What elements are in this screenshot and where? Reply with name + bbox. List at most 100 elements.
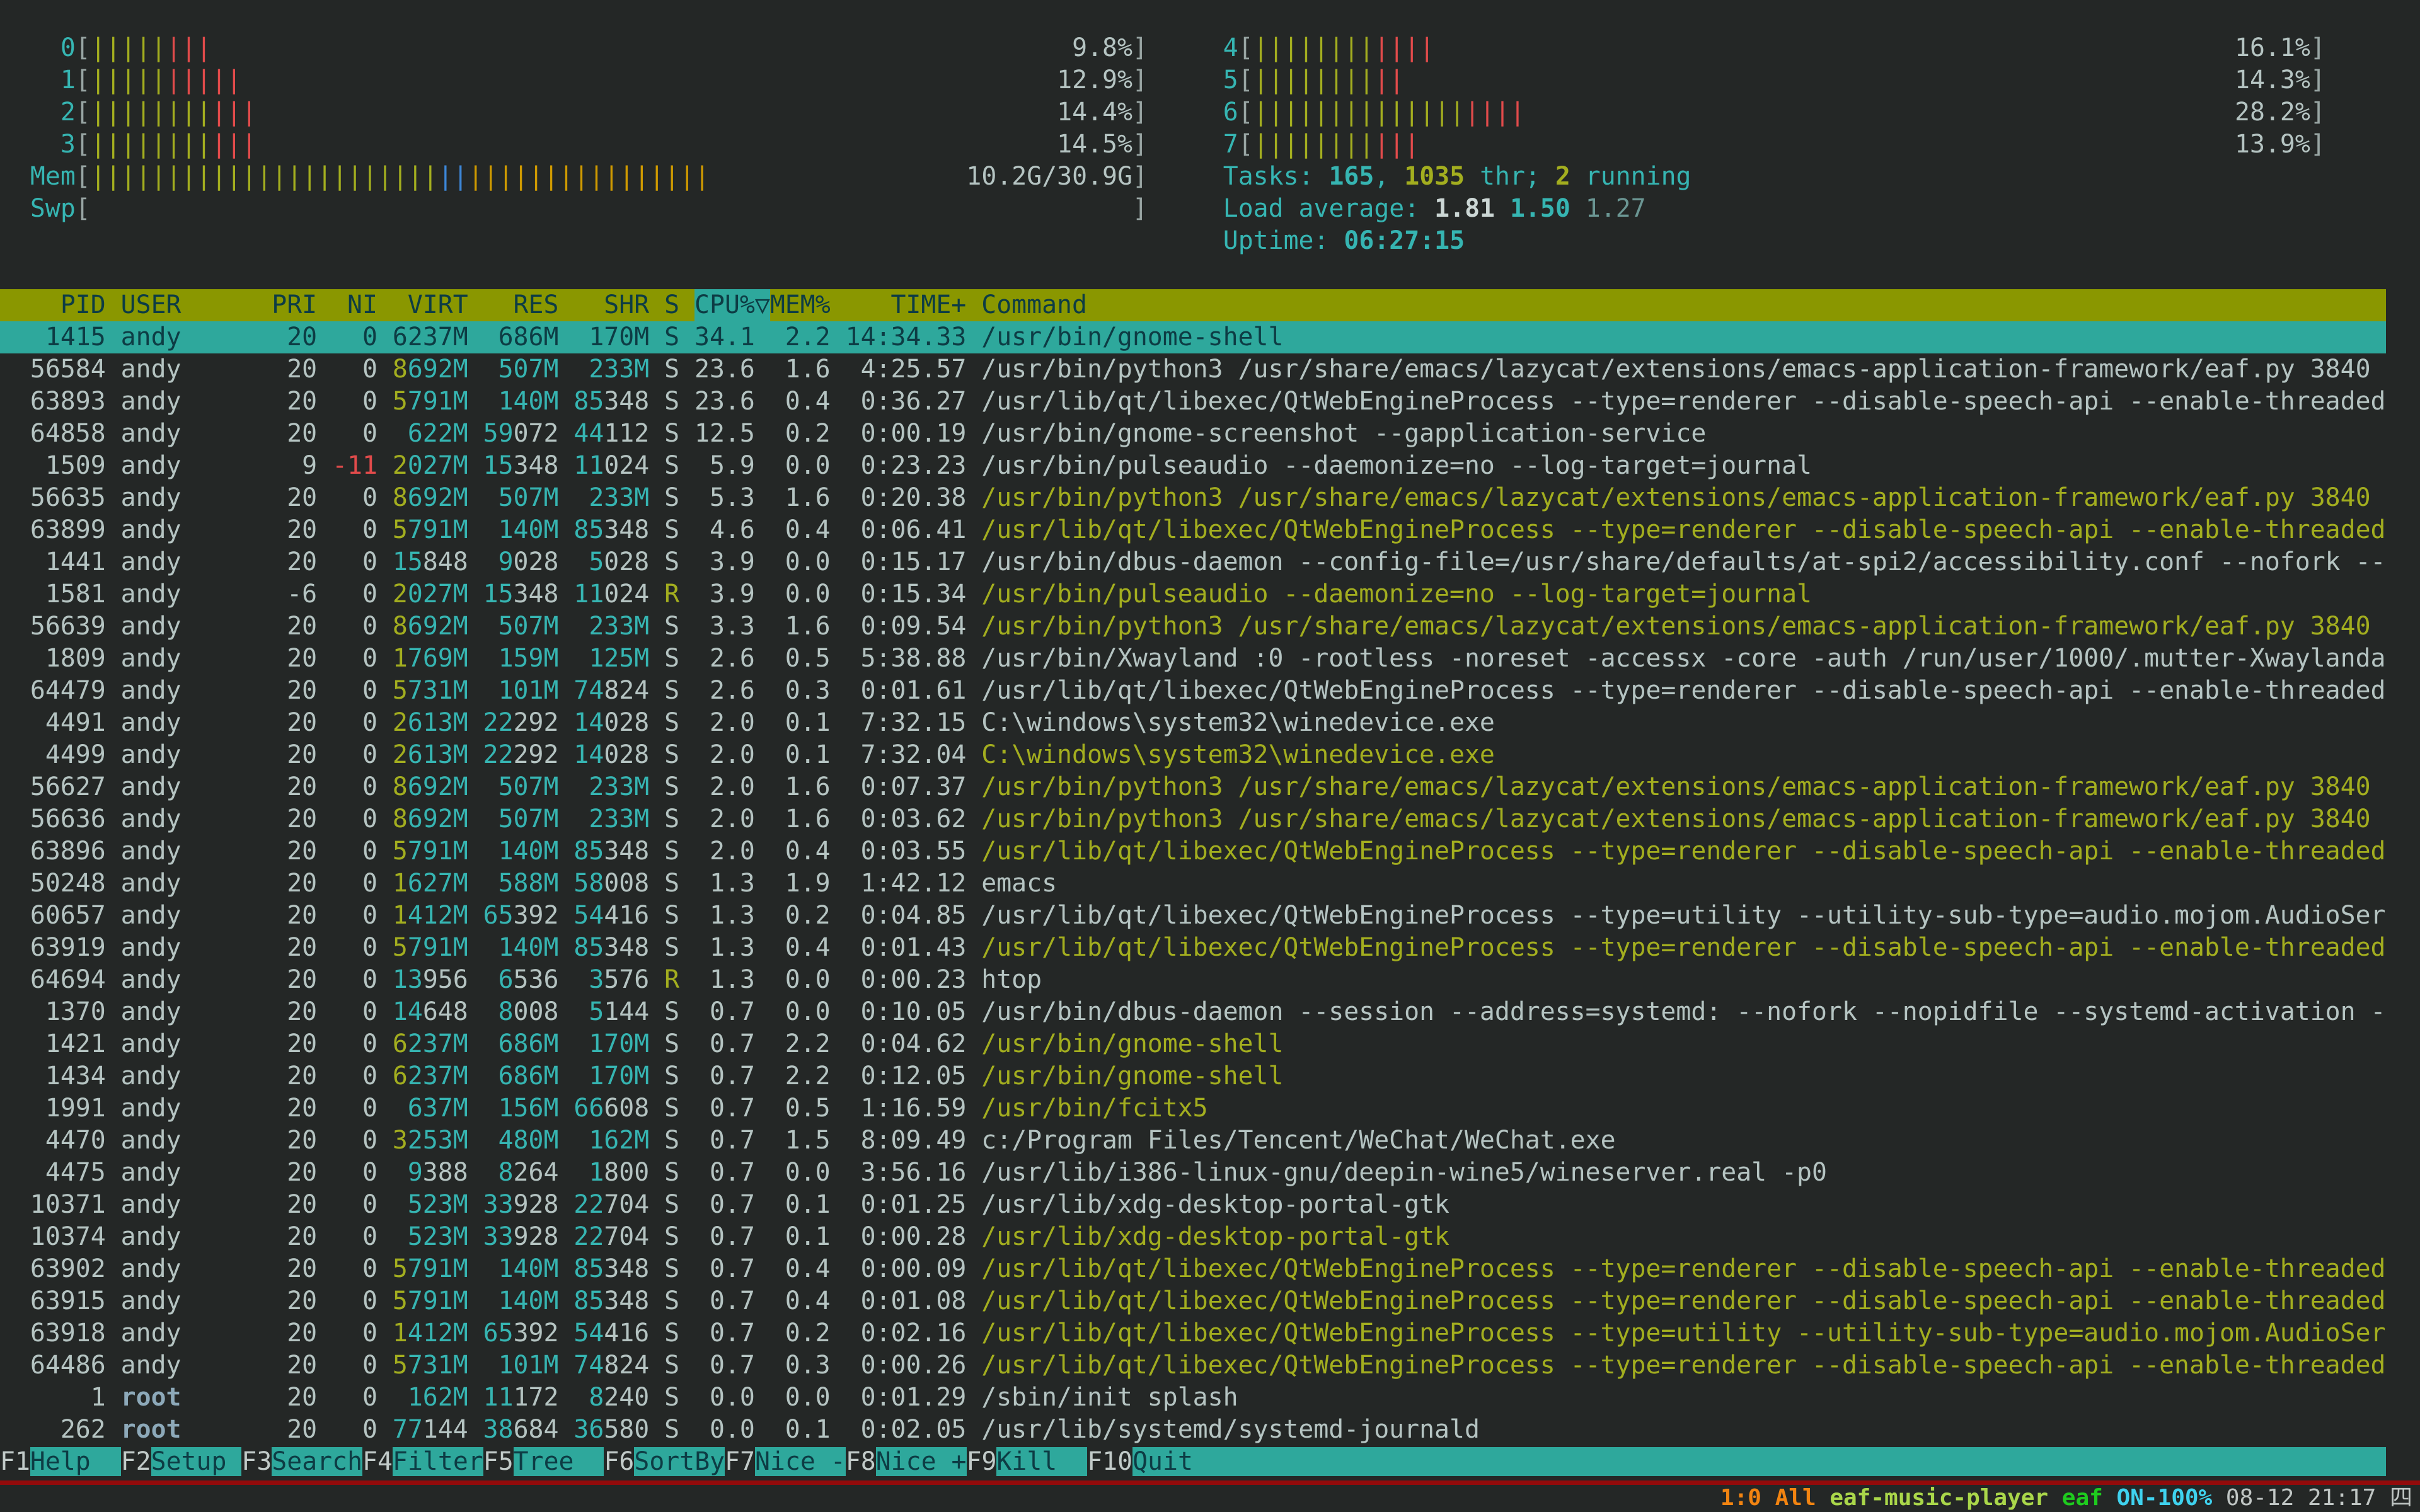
process-row[interactable]: 63919 andy 20 0 5791M 140M 85348 S 1.3 0… xyxy=(0,932,2386,964)
process-row[interactable]: 1370 andy 20 0 14648 8008 5144 S 0.7 0.0… xyxy=(0,996,2386,1028)
cell-virt: 5791M xyxy=(393,932,468,964)
fkey-f6[interactable]: F6SortBy xyxy=(604,1447,725,1476)
process-row[interactable]: 1509 andy 9 -11 2027M 15348 11024 S 5.9 … xyxy=(0,450,2386,482)
process-row[interactable]: 4475 andy 20 0 9388 8264 1800 S 0.7 0.0 … xyxy=(0,1157,2386,1189)
cell-res: 15348 xyxy=(483,578,559,610)
process-row[interactable]: 63915 andy 20 0 5791M 140M 85348 S 0.7 0… xyxy=(0,1285,2386,1317)
fkey-f7[interactable]: F7Nice - xyxy=(725,1447,846,1476)
column-header-mem[interactable]: MEM% xyxy=(770,289,831,321)
cell-res: 507M xyxy=(483,803,559,835)
column-header-virt[interactable]: VIRT xyxy=(393,289,468,321)
process-row[interactable]: 56627 andy 20 0 8692M 507M 233M S 2.0 1.… xyxy=(0,771,2386,803)
fkey-f10[interactable]: F10Quit xyxy=(1087,1447,1223,1476)
header-line: Swp[0K/0K]Load average: 1.81 1.50 1.27 xyxy=(0,193,2420,225)
mem-mb-digits: 5 xyxy=(589,997,604,1026)
process-row[interactable]: 56639 andy 20 0 8692M 507M 233M S 3.3 1.… xyxy=(0,610,2386,643)
process-row[interactable]: 1991 andy 20 0 637M 156M 66608 S 0.7 0.5… xyxy=(0,1092,2386,1125)
process-row[interactable]: 1809 andy 20 0 1769M 159M 125M S 2.6 0.5… xyxy=(0,643,2386,675)
column-header-pri[interactable]: PRI xyxy=(272,289,317,321)
fkey-f9[interactable]: F9Kill xyxy=(967,1447,1088,1476)
column-header-user[interactable]: USER xyxy=(121,289,257,321)
mem-mb-digits: 15 xyxy=(393,547,423,576)
process-row[interactable]: 1415 andy 20 0 6237M 686M 170M S 34.1 2.… xyxy=(0,321,2386,353)
cell-cpu: 0.7 xyxy=(694,1189,755,1221)
process-row[interactable]: 262 root 20 0 77144 38684 36580 S 0.0 0.… xyxy=(0,1414,2386,1446)
cell-shr: 85348 xyxy=(573,932,649,964)
text-segment: 165 xyxy=(1328,162,1374,191)
process-row[interactable]: 10374 andy 20 0 523M 33928 22704 S 0.7 0… xyxy=(0,1221,2386,1253)
mem-mb-digits: 65 xyxy=(483,1319,514,1348)
left-meter-slot: Mem[||||||||||||||||||||||||||||||||||||… xyxy=(0,161,1148,193)
cell-virt: 5791M xyxy=(393,514,468,546)
mem-kb-digits: 348 xyxy=(514,451,559,480)
process-row[interactable]: 10371 andy 20 0 523M 33928 22704 S 0.7 0… xyxy=(0,1189,2386,1221)
process-row[interactable]: 64858 andy 20 0 622M 59072 44112 S 12.5 … xyxy=(0,418,2386,450)
mem-mb-digits: 36 xyxy=(573,1415,604,1444)
cell-time: 0:01.43 xyxy=(846,932,967,964)
fkey-label: Kill xyxy=(996,1447,1087,1476)
cell-cpu: 0.7 xyxy=(694,996,755,1028)
cell-pid: 64858 xyxy=(0,418,106,450)
process-row[interactable]: 64694 andy 20 0 13956 6536 3576 R 1.3 0.… xyxy=(0,964,2386,996)
cell-time: 0:15.34 xyxy=(846,578,967,610)
process-row[interactable]: 64479 andy 20 0 5731M 101M 74824 S 2.6 0… xyxy=(0,675,2386,707)
fkey-f8[interactable]: F8Nice + xyxy=(846,1447,967,1476)
column-header-cmd[interactable]: Command xyxy=(981,289,2385,321)
process-row[interactable]: 4491 andy 20 0 2613M 22292 14028 S 2.0 0… xyxy=(0,707,2386,739)
fkey-f1[interactable]: F1Help xyxy=(0,1447,121,1476)
text-segment: running xyxy=(1570,162,1691,191)
fkey-f4[interactable]: F4Filter xyxy=(362,1447,483,1476)
cell-time: 4:25.57 xyxy=(846,353,967,386)
column-header-ni[interactable]: NI xyxy=(332,289,377,321)
process-row[interactable]: 1441 andy 20 0 15848 9028 5028 S 3.9 0.0… xyxy=(0,546,2386,578)
cell-pri: 20 xyxy=(272,996,317,1028)
process-row[interactable]: 63899 andy 20 0 5791M 140M 85348 S 4.6 0… xyxy=(0,514,2386,546)
cell-pri: 20 xyxy=(272,675,317,707)
cell-cpu: 0.0 xyxy=(694,1414,755,1446)
process-row[interactable]: 4470 andy 20 0 3253M 480M 162M S 0.7 1.5… xyxy=(0,1125,2386,1157)
cell-mem: 0.5 xyxy=(770,643,831,675)
process-row[interactable]: 63902 andy 20 0 5791M 140M 85348 S 0.7 0… xyxy=(0,1253,2386,1285)
column-header-cpu[interactable]: CPU% xyxy=(694,289,755,321)
column-header-res[interactable]: RES xyxy=(483,289,559,321)
mem-gb-digits: 1 xyxy=(393,1319,408,1348)
process-row[interactable]: 64486 andy 20 0 5731M 101M 74824 S 0.7 0… xyxy=(0,1349,2386,1382)
column-header-shr[interactable]: SHR xyxy=(573,289,649,321)
column-header-time[interactable]: TIME+ xyxy=(846,289,967,321)
cell-user: andy xyxy=(121,1253,257,1285)
process-row[interactable]: 56636 andy 20 0 8692M 507M 233M S 2.0 1.… xyxy=(0,803,2386,835)
process-row[interactable]: 63893 andy 20 0 5791M 140M 85348 S 23.6 … xyxy=(0,386,2386,418)
process-row[interactable]: 1 root 20 0 162M 11172 8240 S 0.0 0.0 0:… xyxy=(0,1382,2386,1414)
process-row[interactable]: 60657 andy 20 0 1412M 65392 54416 S 1.3 … xyxy=(0,900,2386,932)
meter-open-bracket: [ xyxy=(1238,33,1253,62)
process-row[interactable]: 4499 andy 20 0 2613M 22292 14028 S 2.0 0… xyxy=(0,739,2386,771)
process-row[interactable]: 1421 andy 20 0 6237M 686M 170M S 0.7 2.2… xyxy=(0,1028,2386,1060)
process-row[interactable]: 56635 andy 20 0 8692M 507M 233M S 5.3 1.… xyxy=(0,482,2386,514)
process-row[interactable]: 63896 andy 20 0 5791M 140M 85348 S 2.0 0… xyxy=(0,835,2386,868)
cell-res: 33928 xyxy=(483,1221,559,1253)
fkey-f3[interactable]: F3Search xyxy=(241,1447,362,1476)
process-row[interactable]: 1581 andy -6 0 2027M 15348 11024 R 3.9 0… xyxy=(0,578,2386,610)
mem-mb-digits: 5 xyxy=(589,547,604,576)
cell-ni: 0 xyxy=(332,643,377,675)
column-header-sort[interactable]: ▽ xyxy=(755,289,770,321)
cell-s: S xyxy=(664,900,679,932)
fkey-f5[interactable]: F5Tree xyxy=(483,1447,604,1476)
cell-cpu: 34.1 xyxy=(694,321,755,353)
column-header-pid[interactable]: PID xyxy=(0,289,106,321)
column-header-s[interactable]: S xyxy=(664,289,679,321)
cell-pri: -6 xyxy=(272,578,317,610)
cell-ni: 0 xyxy=(332,482,377,514)
cell-pid: 60657 xyxy=(0,900,106,932)
process-row[interactable]: 63918 andy 20 0 1412M 65392 54416 S 0.7 … xyxy=(0,1317,2386,1349)
process-row[interactable]: 1434 andy 20 0 6237M 686M 170M S 0.7 2.2… xyxy=(0,1060,2386,1092)
mem-kb-digits: 348 xyxy=(604,933,649,962)
header-line xyxy=(0,0,2420,32)
mem-gb-digits: 3 xyxy=(393,1126,408,1155)
process-row[interactable]: 50248 andy 20 0 1627M 588M 58008 S 1.3 1… xyxy=(0,868,2386,900)
mem-mb-digits: 170M xyxy=(589,1029,649,1058)
text-segment: 06:27:15 xyxy=(1344,226,1465,255)
process-row[interactable]: 56584 andy 20 0 8692M 507M 233M S 23.6 1… xyxy=(0,353,2386,386)
cell-time: 0:06.41 xyxy=(846,514,967,546)
fkey-f2[interactable]: F2Setup xyxy=(121,1447,242,1476)
